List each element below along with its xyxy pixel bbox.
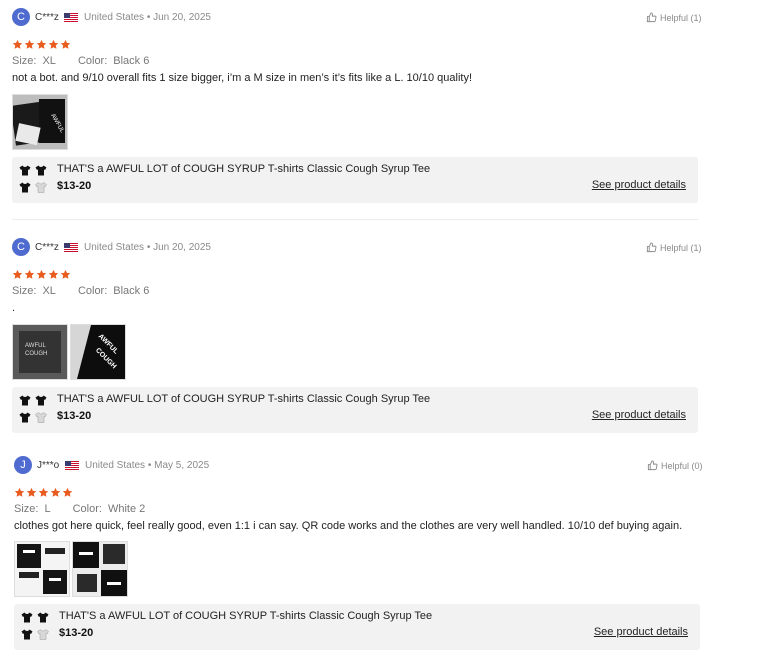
see-product-details-link[interactable]: See product details xyxy=(592,409,686,421)
helpful-label: Helpful (1) xyxy=(660,12,702,23)
review-date: Jun 20, 2025 xyxy=(153,12,211,23)
product-thumb-icon xyxy=(19,165,31,176)
review-text: not a bot. and 9/10 overall fits 1 size … xyxy=(12,72,472,84)
star-rating xyxy=(12,39,71,50)
review-date: Jun 20, 2025 xyxy=(153,242,211,253)
product-price: $13-20 xyxy=(57,410,92,422)
helpful-button[interactable]: Helpful (0) xyxy=(647,460,703,471)
review-photo[interactable]: AWFUL xyxy=(12,94,68,150)
product-thumb-icon xyxy=(19,182,31,193)
review-photo[interactable]: AWFUL COUGH xyxy=(70,324,126,380)
helpful-button[interactable]: Helpful (1) xyxy=(646,12,702,23)
see-product-details-link[interactable]: See product details xyxy=(592,179,686,191)
star-rating xyxy=(12,269,71,280)
color-label: Color: xyxy=(77,55,108,67)
avatar: C xyxy=(12,8,30,26)
star-icon xyxy=(50,487,61,498)
svg-text:AWFUL: AWFUL xyxy=(25,343,46,349)
product-title: THAT'S a AWFUL LOT of COUGH SYRUP T-shir… xyxy=(57,393,431,405)
username: C***z xyxy=(35,12,59,23)
review-date: May 5, 2025 xyxy=(154,460,210,471)
star-icon xyxy=(26,487,37,498)
thumbs-up-icon xyxy=(646,12,657,23)
product-price: $13-20 xyxy=(57,180,92,192)
product-thumb-icon xyxy=(35,165,47,176)
review-meta: United States • Jun 20, 2025 xyxy=(84,242,211,253)
product-title: THAT'S a AWFUL LOT of COUGH SYRUP T-shir… xyxy=(57,163,431,175)
star-icon xyxy=(24,269,35,280)
star-rating xyxy=(14,487,73,498)
color-label: Color: xyxy=(72,503,102,515)
username: J***o xyxy=(37,460,60,471)
star-icon xyxy=(60,39,71,50)
us-flag-icon xyxy=(64,13,78,22)
size-label: Size: xyxy=(12,55,37,67)
thumbs-up-icon xyxy=(646,242,657,253)
product-thumb-icon xyxy=(21,612,33,623)
product-card[interactable]: THAT'S a AWFUL LOT of COUGH SYRUP T-shir… xyxy=(12,157,698,203)
svg-text:COUGH: COUGH xyxy=(25,351,47,357)
avatar: C xyxy=(12,238,30,256)
product-thumb-icon xyxy=(37,629,49,640)
variant-attributes: Size: L Color: White 2 xyxy=(14,503,145,515)
color-value: Black 6 xyxy=(113,285,150,297)
divider xyxy=(12,219,698,220)
variant-attributes: Size: XL Color: Black 6 xyxy=(12,55,149,67)
helpful-label: Helpful (1) xyxy=(660,242,702,253)
color-value: White 2 xyxy=(107,503,146,515)
product-thumb-icon xyxy=(35,395,47,406)
avatar: J xyxy=(14,456,32,474)
review-text: clothes got here quick, feel really good… xyxy=(14,520,683,532)
star-icon xyxy=(24,39,35,50)
star-icon xyxy=(62,487,73,498)
product-thumb-icon xyxy=(35,412,47,423)
review-text: . xyxy=(12,302,16,314)
review-photo[interactable]: AWFUL COUGH xyxy=(12,324,68,380)
see-product-details-link[interactable]: See product details xyxy=(594,626,688,638)
color-value: Black 6 xyxy=(113,55,150,67)
star-icon xyxy=(60,269,71,280)
helpful-button[interactable]: Helpful (1) xyxy=(646,242,702,253)
color-label: Color: xyxy=(77,285,108,297)
star-icon xyxy=(14,487,25,498)
product-card[interactable]: THAT'S a AWFUL LOT of COUGH SYRUP T-shir… xyxy=(14,604,700,650)
star-icon xyxy=(36,39,47,50)
review-meta: United States • May 5, 2025 xyxy=(85,460,210,471)
product-title: THAT'S a AWFUL LOT of COUGH SYRUP T-shir… xyxy=(59,610,433,622)
product-thumb-icon xyxy=(35,182,47,193)
star-icon xyxy=(48,269,59,280)
star-icon xyxy=(36,269,47,280)
star-icon xyxy=(48,39,59,50)
country: United States xyxy=(84,12,145,23)
size-value: XL xyxy=(42,285,56,297)
size-label: Size: xyxy=(12,285,37,297)
us-flag-icon xyxy=(65,461,79,470)
review-photo[interactable] xyxy=(72,541,128,597)
review-photo[interactable] xyxy=(14,541,70,597)
size-value: L xyxy=(44,503,51,515)
username: C***z xyxy=(35,242,59,253)
variant-attributes: Size: XL Color: Black 6 xyxy=(12,285,149,297)
review-meta: United States • Jun 20, 2025 xyxy=(84,12,211,23)
country: United States xyxy=(84,242,145,253)
product-thumb-icon xyxy=(37,612,49,623)
product-card[interactable]: THAT'S a AWFUL LOT of COUGH SYRUP T-shir… xyxy=(12,387,698,433)
product-thumb-icon xyxy=(19,412,31,423)
product-thumb-icon xyxy=(21,629,33,640)
helpful-label: Helpful (0) xyxy=(661,460,703,471)
star-icon xyxy=(12,269,23,280)
star-icon xyxy=(12,39,23,50)
size-value: XL xyxy=(42,55,56,67)
thumbs-up-icon xyxy=(647,460,658,471)
star-icon xyxy=(38,487,49,498)
size-label: Size: xyxy=(14,503,39,515)
us-flag-icon xyxy=(64,243,78,252)
country: United States xyxy=(85,460,146,471)
product-price: $13-20 xyxy=(59,627,94,639)
product-thumb-icon xyxy=(19,395,31,406)
